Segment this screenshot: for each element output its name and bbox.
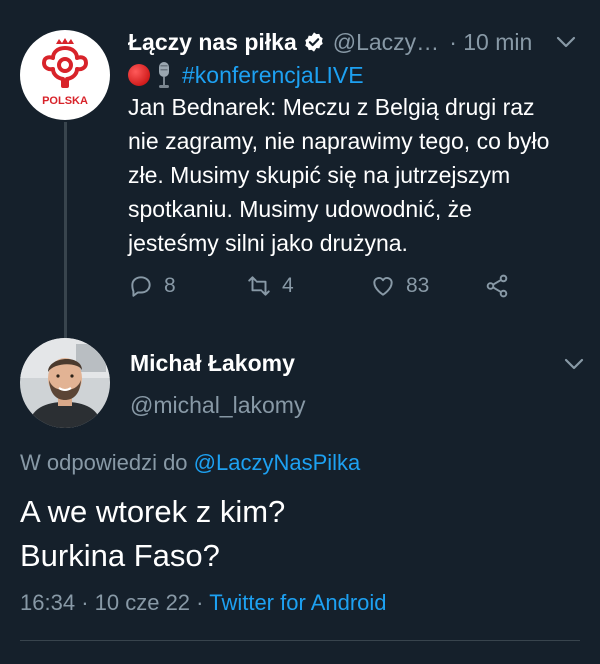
like-count: 83 [406,274,430,297]
share-icon [486,274,508,298]
parent-tweet-header: Łączy nas piłka @Laczy… · 10 min [128,26,578,58]
hashtag-link[interactable]: #konferencjaLIVE [182,62,364,89]
reply-prefix: W odpowiedzi do [20,450,188,475]
divider [20,640,580,641]
pzpn-avatar[interactable]: POLSKA [20,30,110,120]
reply-time: 16:34 [20,590,76,615]
reply-date: 10 cze 22 [94,590,191,615]
parent-tweet-text: Jan Bednarek: Meczu z Belgią drugi raz n… [128,94,550,256]
reply-action[interactable]: 8 [128,273,246,299]
retweet-count: 4 [282,274,294,297]
thread-connector [64,122,67,342]
tweet-time: · 10 min [449,29,532,56]
account-handle[interactable]: @Laczy… [333,29,439,56]
retweet-action[interactable]: 4 [246,273,370,299]
reply-context: W odpowiedzi do @LaczyNasPilka [20,450,360,476]
reply-count: 8 [164,274,176,297]
reply-mention-link[interactable]: @LaczyNasPilka [194,450,361,475]
like-action[interactable]: 83 [370,273,484,299]
reply-tweet-text: A we wtorek z kim? Burkina Faso? [20,494,286,573]
meta-separator-1: · [81,590,89,615]
user-photo [20,338,110,428]
avatar-label: POLSKA [42,95,88,107]
chevron-down-icon[interactable] [562,352,586,376]
retweet-icon [248,276,270,296]
time-separator: · [449,28,457,55]
tweet-actions-bar: 8 4 83 [128,270,510,302]
client-link[interactable]: Twitter for Android [209,590,386,615]
chevron-down-icon[interactable] [554,30,578,54]
time-value: 10 min [463,28,533,55]
meta-separator-2: · [196,590,204,615]
verified-badge-icon [305,32,323,52]
reply-display-name[interactable]: Michał Łakomy [130,350,295,377]
heart-icon [373,277,393,296]
share-action[interactable] [484,273,510,299]
reply-icon [131,276,151,297]
tweet-detail-screen: POLSKA Łączy nas piłka @Laczy… · 10 min … [0,0,600,664]
pzpn-eagle-logo-icon: POLSKA [42,38,88,107]
red-circle-icon [128,64,150,86]
reply-handle[interactable]: @michal_lakomy [130,392,305,419]
user-avatar[interactable] [20,338,110,428]
account-name[interactable]: Łączy nas piłka [128,29,297,56]
tweet-meta: 16:34 · 10 cze 22 · Twitter for Android [20,590,387,616]
live-tag-line: #konferencjaLIVE [128,58,364,92]
microphone-icon [159,62,169,88]
